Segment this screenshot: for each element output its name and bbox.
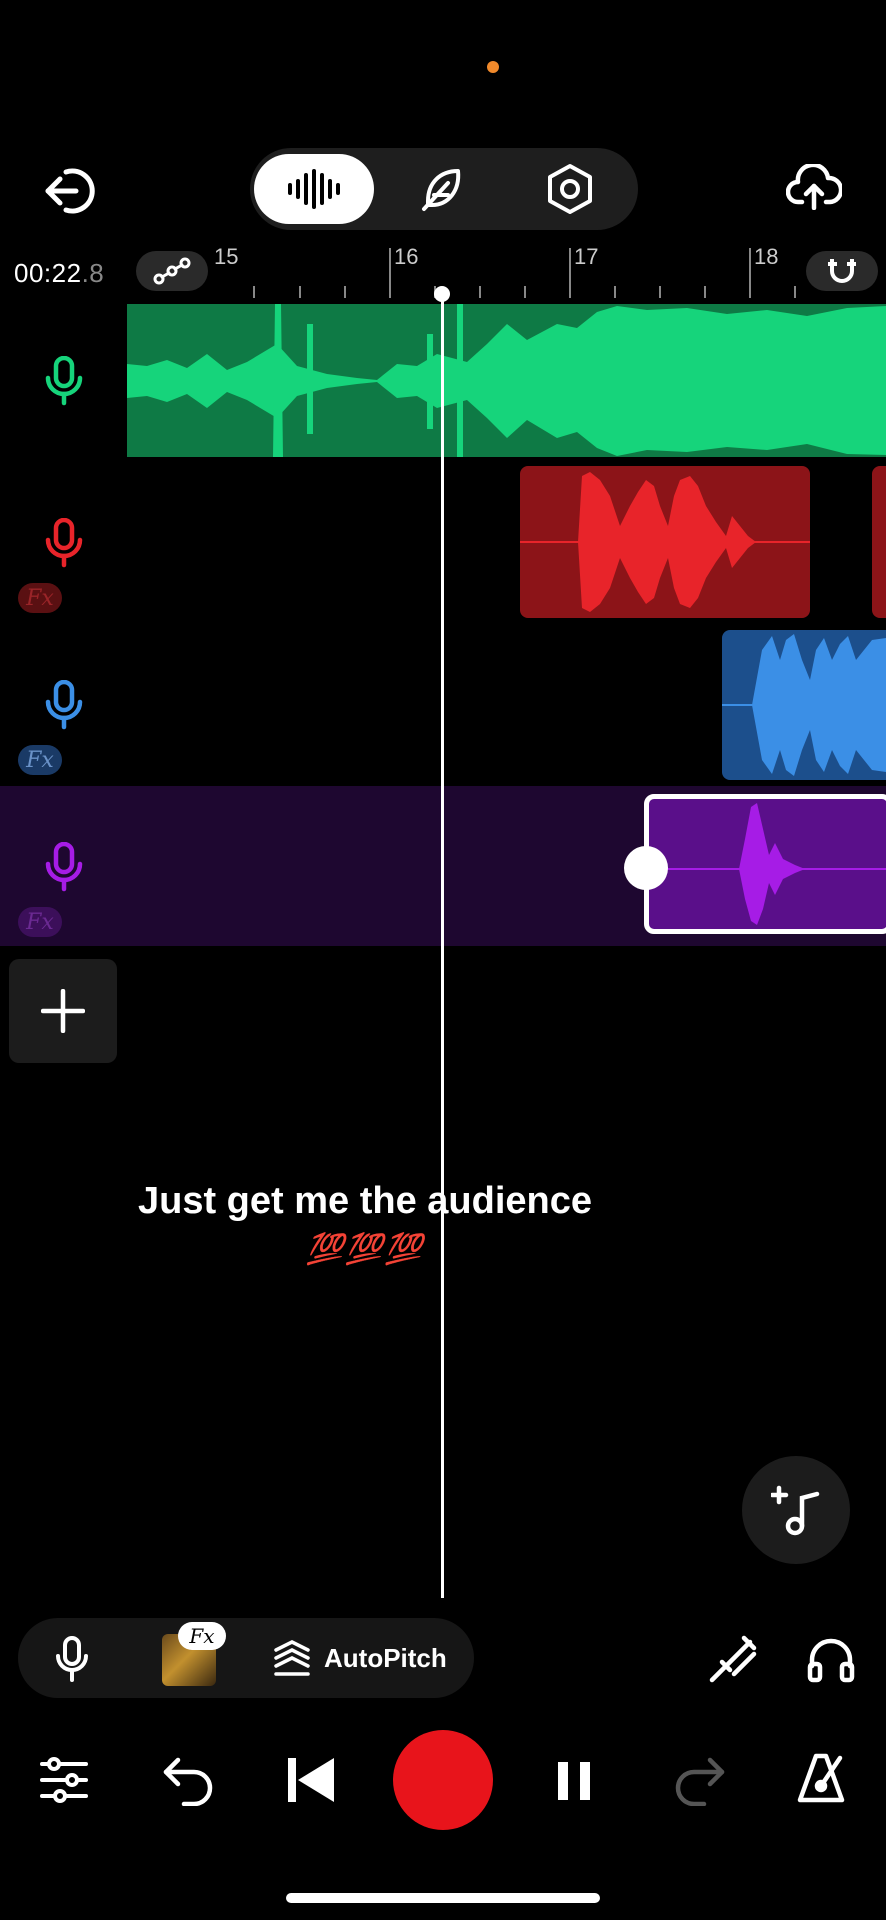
track-2-clip[interactable] (520, 466, 810, 618)
feather-icon (422, 169, 461, 211)
tuner-button[interactable] (708, 1634, 758, 1684)
track-4-fx-badge[interactable]: Fx (18, 907, 62, 937)
ruler-label-17: 17 (574, 244, 599, 269)
track-1-clip[interactable] (127, 304, 886, 457)
waveform-icon (288, 169, 340, 209)
track-2-clip-next[interactable] (872, 466, 886, 618)
exit-icon (45, 168, 95, 214)
microphone-icon (45, 842, 83, 892)
redo-button[interactable] (672, 1754, 726, 1806)
snap-button[interactable] (806, 251, 878, 291)
metronome-button[interactable] (796, 1752, 846, 1804)
record-button[interactable] (393, 1730, 493, 1830)
mode-settings-tab[interactable] (510, 154, 630, 224)
mode-switcher (250, 148, 638, 230)
track-3-fx-badge[interactable]: Fx (18, 745, 62, 775)
hex-nut-icon (548, 164, 592, 214)
skip-back-icon (288, 1758, 334, 1802)
ruler-label-18: 18 (754, 244, 779, 269)
sliders-icon (40, 1757, 88, 1803)
home-indicator[interactable] (286, 1893, 600, 1903)
track-3-clip[interactable] (722, 630, 886, 780)
autopitch-label: AutoPitch (324, 1642, 447, 1673)
exit-button[interactable] (44, 166, 98, 216)
autopitch-icon (274, 1640, 310, 1676)
microphone-icon (45, 680, 83, 730)
track-4-clip[interactable] (644, 794, 886, 934)
undo-button[interactable] (162, 1754, 216, 1806)
add-track-button[interactable] (9, 959, 117, 1063)
track-4-clip-trim-handle[interactable] (624, 846, 668, 890)
plus-icon (41, 989, 85, 1033)
status-indicator-dot (487, 61, 499, 73)
pause-button[interactable] (556, 1760, 592, 1802)
track-2-fx-badge[interactable]: Fx (18, 583, 62, 613)
time-readout: 00:22.8 (14, 258, 104, 289)
mode-feather-tab[interactable] (382, 154, 502, 224)
overlay-caption-line2: 💯💯💯 (305, 1232, 425, 1267)
mixer-button[interactable] (40, 1756, 88, 1804)
metronome-icon (797, 1753, 845, 1803)
time-fraction: .8 (81, 258, 105, 288)
automation-curve-icon (153, 257, 191, 285)
tuning-fork-icon (709, 1635, 757, 1683)
autopitch-button[interactable]: AutoPitch (272, 1640, 447, 1676)
monitor-button[interactable] (806, 1634, 856, 1684)
cloud-upload-icon (786, 164, 842, 210)
mode-waveform-tab[interactable] (254, 154, 374, 224)
track-2-mic-button[interactable] (44, 518, 84, 568)
track-3-mic-button[interactable] (44, 680, 84, 730)
automation-button[interactable] (136, 251, 208, 291)
ruler-label-15: 15 (214, 244, 239, 269)
microphone-icon (45, 356, 83, 406)
undo-icon (163, 1757, 213, 1806)
skip-back-button[interactable] (286, 1756, 336, 1804)
track-1-mic-button[interactable] (44, 356, 84, 406)
microphone-icon (56, 1636, 88, 1682)
time-main: 00:22 (14, 258, 82, 288)
playhead-knob[interactable] (434, 286, 450, 302)
track-4-mic-button[interactable] (44, 842, 84, 892)
magnet-icon (828, 259, 856, 283)
add-music-button[interactable] (742, 1456, 850, 1564)
pause-icon (558, 1762, 590, 1800)
ruler-label-16: 16 (394, 244, 419, 269)
add-music-icon (771, 1485, 820, 1536)
vocal-mic-button[interactable] (54, 1636, 90, 1682)
vocal-tools-bar: Fx AutoPitch (18, 1618, 474, 1698)
upload-button[interactable] (786, 164, 842, 210)
playhead-line[interactable] (441, 292, 444, 1598)
overlay-caption-line1: Just get me the audience (137, 1180, 592, 1222)
headphones-icon (807, 1638, 855, 1683)
microphone-icon (45, 518, 83, 568)
fx-preset-badge: Fx (178, 1622, 226, 1650)
redo-icon (675, 1757, 725, 1806)
timeline-ruler[interactable] (210, 244, 800, 302)
